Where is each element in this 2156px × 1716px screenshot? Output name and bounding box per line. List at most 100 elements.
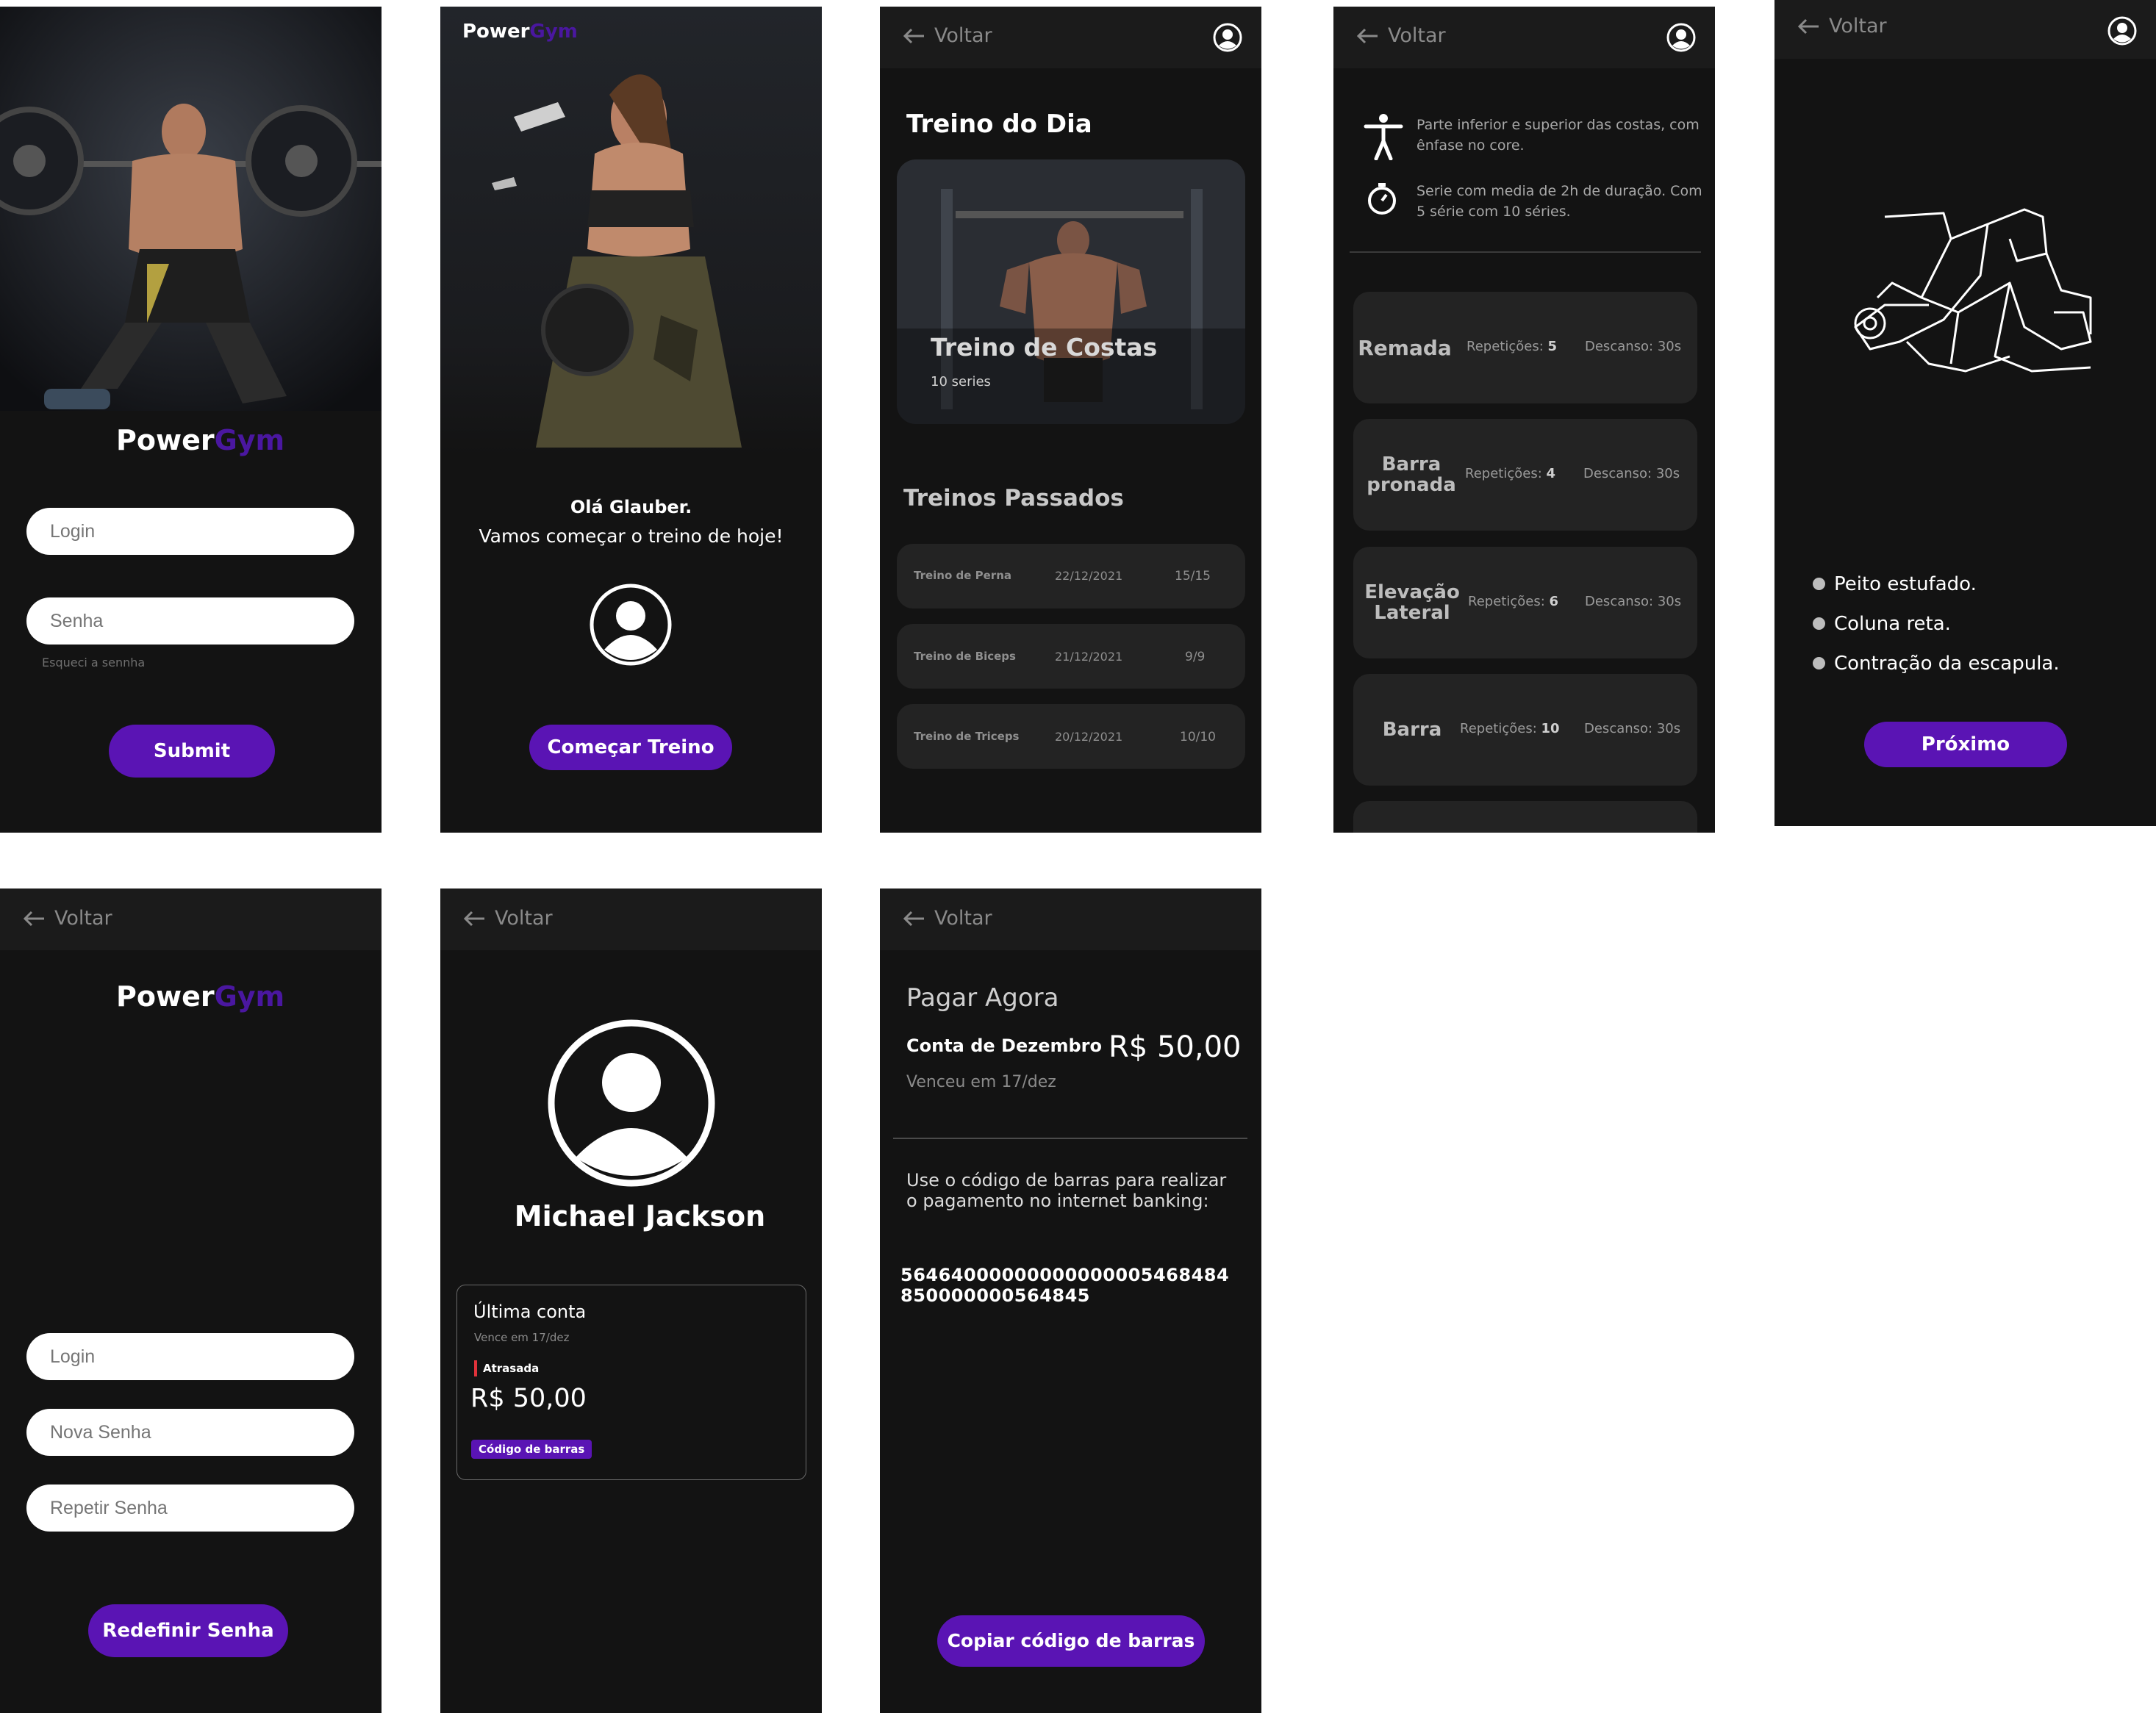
today-workout-card[interactable]: Treino de Costas 10 series	[897, 159, 1245, 424]
workout-body-info: Parte inferior e superior das costas, co…	[1417, 117, 1700, 154]
back-button[interactable]: Voltar	[1355, 24, 1446, 47]
exercise-rest: Descanso: 30s	[1585, 339, 1682, 354]
past-workout-progress: 15/15	[1175, 569, 1211, 584]
today-card-subtitle: 10 series	[931, 374, 991, 389]
hero-image	[440, 7, 822, 455]
payment-title: Pagar Agora	[906, 983, 1059, 1013]
next-button[interactable]: Próximo	[1864, 722, 2067, 767]
bill-name: Conta de Dezembro	[906, 1035, 1102, 1056]
reset-password-button[interactable]: Redefinir Senha	[88, 1604, 288, 1657]
workout-time-info: Serie com media de 2h de duração. Com 5 …	[1417, 183, 1702, 220]
stopwatch-icon	[1368, 183, 1396, 215]
past-workout-name: Treino de Perna	[914, 569, 1012, 582]
exercise-name: Barra pronada	[1367, 453, 1456, 496]
exercise-row-partial[interactable]	[1353, 801, 1697, 833]
exercise-tips-list: Peito estufado. Coluna reta. Contração d…	[1813, 564, 2060, 683]
back-label: Voltar	[495, 907, 553, 930]
past-workout-row[interactable]: Treino de Biceps 21/12/2021 9/9	[897, 624, 1245, 689]
hero-image	[0, 7, 382, 411]
login-input[interactable]	[26, 508, 354, 555]
app-logo: PowerGym	[462, 21, 578, 43]
exercise-row[interactable]: Elevação Lateral Repetições: 6 Descanso:…	[1353, 547, 1697, 658]
back-arrow-icon	[23, 911, 44, 926]
top-bar: Voltar	[0, 888, 382, 950]
back-arrow-icon	[1356, 28, 1378, 43]
tip-item: Peito estufado.	[1813, 564, 2060, 604]
past-workout-date: 20/12/2021	[1055, 730, 1123, 744]
app-logo: PowerGym	[116, 980, 285, 1013]
exercise-reps: Repetições: 6	[1468, 594, 1559, 609]
today-card-title: Treino de Costas	[931, 333, 1158, 362]
top-bar: Voltar	[880, 888, 1261, 950]
past-workout-progress: 9/9	[1185, 650, 1206, 664]
bill-card: Última conta Vence em 17/dez Atrasada R$…	[456, 1285, 806, 1480]
welcome-subtitle: Vamos começar o treino de hoje!	[479, 525, 784, 547]
submit-button[interactable]: Submit	[109, 725, 275, 778]
forgot-password-link[interactable]: Esqueci a sennha	[42, 656, 145, 669]
back-arrow-icon	[463, 911, 484, 926]
user-avatar-icon	[590, 584, 672, 666]
copy-barcode-button[interactable]: Copiar código de barras	[937, 1615, 1205, 1667]
workouts-screen: Voltar Treino do Dia Treino de Costas 10…	[880, 7, 1261, 833]
back-label: Voltar	[1388, 24, 1446, 47]
back-arrow-icon	[903, 28, 924, 43]
exercise-name: Barra	[1382, 719, 1442, 741]
back-arrow-icon	[903, 911, 924, 926]
password-input[interactable]	[26, 597, 354, 645]
exercise-row[interactable]: Barra Repetições: 10 Descanso: 30s	[1353, 674, 1697, 786]
back-label: Voltar	[1829, 15, 1887, 37]
exercise-reps: Repetições: 10	[1460, 721, 1560, 736]
tip-item: Contração da escapula.	[1813, 644, 2060, 683]
past-workout-progress: 10/10	[1180, 730, 1216, 744]
app-logo: PowerGym	[116, 424, 285, 456]
past-workout-name: Treino de Triceps	[914, 730, 1020, 743]
body-icon	[1364, 114, 1403, 160]
greeting-text: Olá Glauber.	[570, 497, 692, 517]
login-input[interactable]	[26, 1333, 354, 1380]
top-bar: Voltar	[880, 7, 1261, 68]
past-workout-date: 22/12/2021	[1055, 569, 1123, 583]
profile-icon[interactable]	[2107, 16, 2137, 46]
back-button[interactable]: Voltar	[902, 24, 992, 47]
back-button[interactable]: Voltar	[902, 907, 992, 930]
back-button[interactable]: Voltar	[462, 907, 553, 930]
payment-due: Venceu em 17/dez	[906, 1073, 1056, 1091]
welcome-screen: PowerGym Olá Glauber. Vamos começar o tr…	[440, 7, 822, 833]
back-label: Voltar	[934, 24, 992, 47]
payment-instructions: Use o código de barras para realizar o p…	[906, 1170, 1227, 1211]
start-workout-button[interactable]: Começar Treino	[529, 725, 732, 770]
user-name: Michael Jackson	[514, 1200, 766, 1232]
repeat-password-input[interactable]	[26, 1485, 354, 1532]
exercise-rest: Descanso: 30s	[1584, 721, 1681, 736]
top-bar: Voltar	[1774, 0, 2156, 59]
divider	[1350, 251, 1701, 253]
past-workout-row[interactable]: Treino de Perna 22/12/2021 15/15	[897, 544, 1245, 609]
status-badge: Atrasada	[474, 1360, 539, 1376]
past-workouts-title: Treinos Passados	[903, 485, 1124, 511]
exercise-name: Elevação Lateral	[1364, 581, 1460, 624]
exercise-screen: Voltar Peito estufado. Coluna reta. Cont…	[1774, 0, 2156, 826]
exercise-row[interactable]: Remada Repetições: 5 Descanso: 30s	[1353, 292, 1697, 403]
back-label: Voltar	[934, 907, 992, 930]
user-avatar-icon	[548, 1019, 715, 1187]
profile-icon[interactable]	[1666, 23, 1696, 52]
exercise-rest: Descanso: 30s	[1585, 594, 1682, 609]
payment-screen: Voltar Pagar Agora Conta de Dezembro R$ …	[880, 888, 1261, 1713]
top-bar: Voltar	[1333, 7, 1715, 68]
bill-title: Última conta	[473, 1302, 587, 1322]
back-button[interactable]: Voltar	[22, 907, 112, 930]
new-password-input[interactable]	[26, 1409, 354, 1456]
profile-screen: Voltar Michael Jackson Última conta Venc…	[440, 888, 822, 1713]
exercise-row[interactable]: Barra pronada Repetições: 4 Descanso: 30…	[1353, 419, 1697, 531]
exercise-reps: Repetições: 4	[1465, 466, 1556, 481]
profile-icon[interactable]	[1213, 23, 1242, 52]
workout-detail-screen: Voltar Parte inferior e superior das cos…	[1333, 7, 1715, 833]
machine-illustration	[1854, 208, 2092, 373]
barcode-button[interactable]: Código de barras	[471, 1440, 592, 1459]
bill-amount: R$ 50,00	[470, 1384, 587, 1413]
reset-password-screen: Voltar PowerGym Redefinir Senha	[0, 888, 382, 1713]
back-label: Voltar	[54, 907, 112, 930]
back-button[interactable]: Voltar	[1797, 15, 1887, 37]
bill-due: Vence em 17/dez	[474, 1331, 570, 1344]
past-workout-row[interactable]: Treino de Triceps 20/12/2021 10/10	[897, 704, 1245, 769]
